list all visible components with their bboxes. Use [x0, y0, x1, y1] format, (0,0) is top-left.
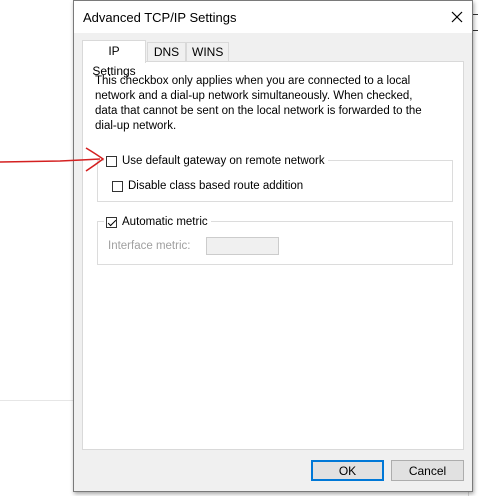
tab-ip-settings[interactable]: IP Settings [82, 40, 146, 78]
class-route-checkbox-label[interactable]: Disable class based route addition [128, 180, 303, 192]
tab-dns[interactable]: DNS [147, 42, 186, 61]
interface-metric-input[interactable] [206, 237, 279, 255]
background-left-area [0, 0, 74, 496]
class-route-row[interactable]: Disable class based route addition [112, 178, 303, 194]
close-button[interactable] [442, 1, 472, 33]
auto-metric-checkbox[interactable] [106, 216, 117, 228]
ok-button[interactable]: OK [311, 460, 384, 481]
ip-settings-panel: This checkbox only applies when you are … [82, 61, 464, 450]
cancel-button[interactable]: Cancel [391, 460, 464, 481]
close-icon [451, 11, 463, 23]
gateway-checkbox-row[interactable]: Use default gateway on remote network [104, 153, 328, 169]
auto-metric-row[interactable]: Automatic metric [104, 214, 211, 230]
background-divider [0, 400, 74, 401]
class-route-checkbox[interactable] [112, 180, 123, 192]
interface-metric-label: Interface metric: [108, 240, 191, 252]
advanced-tcpip-dialog: Advanced TCP/IP Settings IP Settings DNS… [73, 0, 473, 492]
title-bar: Advanced TCP/IP Settings [74, 1, 472, 33]
metric-group: Automatic metric Interface metric: [97, 214, 453, 265]
tab-wins[interactable]: WINS [186, 42, 229, 61]
annotation-arrow-icon [0, 147, 105, 172]
dialog-title: Advanced TCP/IP Settings [83, 10, 237, 25]
gateway-checkbox-label[interactable]: Use default gateway on remote network [122, 155, 325, 167]
auto-metric-checkbox-label[interactable]: Automatic metric [122, 216, 208, 228]
interface-metric-row: Interface metric: [108, 237, 279, 255]
gateway-group: Use default gateway on remote network Di… [97, 153, 453, 202]
gateway-description: This checkbox only applies when you are … [95, 75, 422, 132]
